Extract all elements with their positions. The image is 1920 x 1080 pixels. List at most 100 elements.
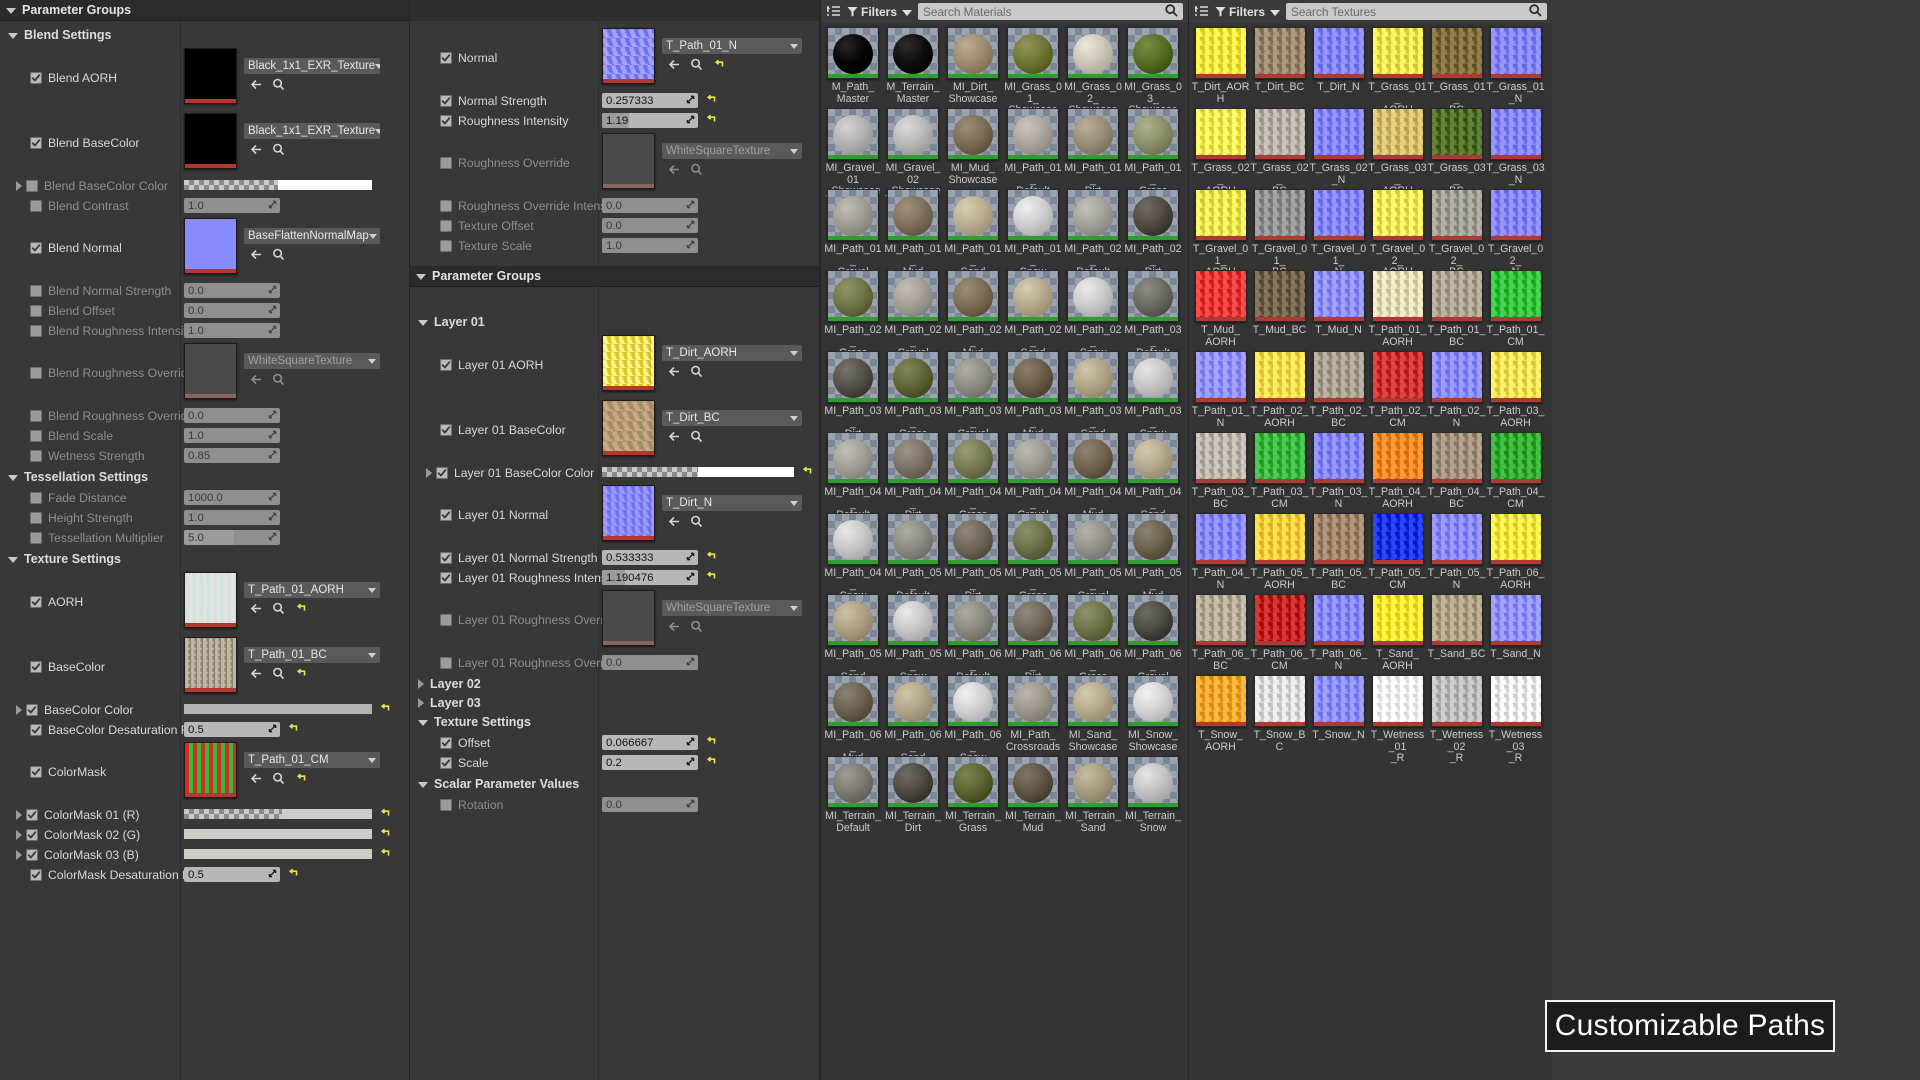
asset-thumbnail[interactable] [1194, 189, 1247, 241]
reset-to-default-icon[interactable] [712, 58, 725, 71]
numeric-input[interactable]: 0.066667 [602, 735, 698, 750]
numeric-input[interactable]: 0.2 [602, 755, 698, 770]
asset-cell[interactable]: T_Path_02_N [1427, 351, 1486, 432]
group-header-texture-settings[interactable]: Texture Settings [410, 712, 531, 731]
reset-to-default-icon[interactable] [704, 550, 717, 563]
asset-cell[interactable]: T_Sand_BC [1427, 594, 1486, 675]
asset-cell[interactable]: MI_Path_06_ Snow [943, 675, 1003, 764]
asset-thumbnail[interactable] [1194, 351, 1247, 403]
asset-cell[interactable]: MI_Path_06_ Sand [883, 675, 943, 764]
drag-spinner-icon[interactable] [686, 657, 695, 669]
chevron-down-icon[interactable] [368, 233, 377, 239]
asset-thumbnail[interactable] [1067, 189, 1119, 241]
asset-cell[interactable]: MI_Path_01_ Dirt [1063, 108, 1123, 197]
asset-thumbnail[interactable] [1194, 432, 1247, 484]
asset-thumbnail[interactable] [1007, 189, 1059, 241]
param-checkbox[interactable] [440, 756, 452, 769]
view-options-icon[interactable] [826, 5, 841, 18]
asset-thumbnail[interactable] [1312, 270, 1365, 322]
use-selected-asset-icon[interactable] [668, 365, 681, 378]
asset-cell[interactable]: T_Path_01_N [1191, 351, 1250, 432]
asset-thumbnail[interactable] [1312, 351, 1365, 403]
asset-picker[interactable]: T_Path_01_N [662, 38, 802, 54]
chevron-down-icon[interactable] [790, 605, 798, 611]
param-checkbox[interactable] [30, 595, 42, 608]
asset-cell[interactable]: MI_Path_01_ Mud [883, 189, 943, 278]
browse-asset-icon[interactable] [690, 365, 703, 378]
numeric-input[interactable]: 1.0 [184, 198, 280, 213]
expand-triangle-icon[interactable] [418, 678, 424, 689]
asset-cell[interactable]: T_Path_04_ AORH [1368, 432, 1427, 513]
asset-thumbnail[interactable] [1194, 594, 1247, 646]
drag-spinner-icon[interactable] [268, 325, 277, 337]
asset-cell[interactable]: MI_Path_02_ Gravel [883, 270, 943, 359]
asset-thumbnail[interactable] [1371, 675, 1424, 727]
asset-cell[interactable]: T_Sand_N [1486, 594, 1545, 675]
asset-cell[interactable]: T_Wetness_02 _R [1427, 675, 1486, 764]
asset-cell[interactable]: MI_Path_03_ Snow [1123, 351, 1183, 440]
asset-thumbnail[interactable] [1067, 108, 1119, 160]
param-checkbox[interactable] [440, 551, 452, 564]
param-checkbox[interactable] [440, 571, 452, 584]
asset-thumbnail[interactable] [1127, 756, 1179, 808]
param-checkbox[interactable] [30, 765, 42, 778]
asset-cell[interactable]: T_Snow_ AORH [1191, 675, 1250, 756]
texture-thumbnail[interactable] [184, 637, 237, 693]
asset-cell[interactable]: T_Snow_BC [1250, 675, 1309, 756]
asset-thumbnail[interactable] [1253, 432, 1306, 484]
param-checkbox[interactable] [30, 409, 42, 422]
asset-cell[interactable]: T_Path_05_ BC [1309, 513, 1368, 594]
use-selected-asset-icon[interactable] [250, 248, 263, 261]
asset-cell[interactable]: T_Path_05_ CM [1368, 513, 1427, 594]
collapse-triangle-icon[interactable] [418, 781, 428, 788]
asset-cell[interactable]: T_Wetness_03 _R [1486, 675, 1545, 764]
browse-asset-icon[interactable] [690, 620, 703, 633]
chevron-down-icon[interactable] [368, 587, 376, 593]
asset-thumbnail[interactable] [1430, 432, 1483, 484]
reset-to-default-icon[interactable] [286, 867, 299, 880]
param-checkbox[interactable] [26, 808, 38, 821]
asset-cell[interactable]: MI_Snow_ Showcase [1123, 675, 1183, 756]
chevron-down-icon[interactable] [368, 358, 376, 364]
asset-cell[interactable]: T_Path_02_ AORH [1250, 351, 1309, 432]
asset-cell[interactable]: T_Path_01_ AORH [1368, 270, 1427, 351]
reset-to-default-icon[interactable] [704, 93, 717, 106]
asset-thumbnail[interactable] [1127, 432, 1179, 484]
materials-filters-button[interactable]: Filters [847, 5, 913, 19]
reset-to-default-icon[interactable] [294, 602, 307, 615]
asset-thumbnail[interactable] [887, 756, 939, 808]
asset-thumbnail[interactable] [1007, 108, 1059, 160]
drag-spinner-icon[interactable] [268, 285, 277, 297]
asset-thumbnail[interactable] [1007, 351, 1059, 403]
asset-cell[interactable]: MI_Path_04_ Snow [823, 513, 883, 602]
asset-cell[interactable]: MI_Path_04_ Mud [1063, 432, 1123, 521]
expand-triangle-icon[interactable] [418, 697, 424, 708]
asset-cell[interactable]: T_Path_03_ AORH [1486, 351, 1545, 432]
asset-thumbnail[interactable] [887, 513, 939, 565]
asset-thumbnail[interactable] [1430, 513, 1483, 565]
asset-cell[interactable]: T_Grass_02_N [1309, 108, 1368, 189]
param-checkbox[interactable] [440, 423, 452, 436]
param-checkbox[interactable] [30, 284, 42, 297]
asset-thumbnail[interactable] [1194, 675, 1247, 727]
asset-thumbnail[interactable] [1430, 351, 1483, 403]
asset-cell[interactable]: T_Path_06_ AORH [1486, 513, 1545, 594]
asset-thumbnail[interactable] [827, 675, 879, 727]
asset-cell[interactable]: MI_Path_02_ Snow [1063, 270, 1123, 359]
asset-cell[interactable]: T_Dirt_AORH [1191, 27, 1250, 108]
asset-thumbnail[interactable] [887, 351, 939, 403]
asset-cell[interactable]: MI_Path_01_ Grass [1123, 108, 1183, 197]
asset-cell[interactable]: T_Dirt_BC [1250, 27, 1309, 108]
reset-to-default-icon[interactable] [378, 827, 391, 840]
asset-thumbnail[interactable] [1371, 513, 1424, 565]
asset-thumbnail[interactable] [1489, 594, 1542, 646]
asset-picker[interactable]: WhiteSquareTexture [662, 600, 802, 616]
use-selected-asset-icon[interactable] [668, 58, 681, 71]
texture-thumbnail[interactable] [602, 400, 655, 456]
asset-thumbnail[interactable] [1194, 513, 1247, 565]
asset-cell[interactable]: MI_Path_03_ Gravel [943, 351, 1003, 440]
numeric-input[interactable]: 0.5 [184, 722, 280, 737]
drag-spinner-icon[interactable] [686, 757, 695, 769]
asset-picker[interactable]: WhiteSquareTexture [662, 143, 802, 159]
asset-thumbnail[interactable] [1067, 27, 1119, 79]
